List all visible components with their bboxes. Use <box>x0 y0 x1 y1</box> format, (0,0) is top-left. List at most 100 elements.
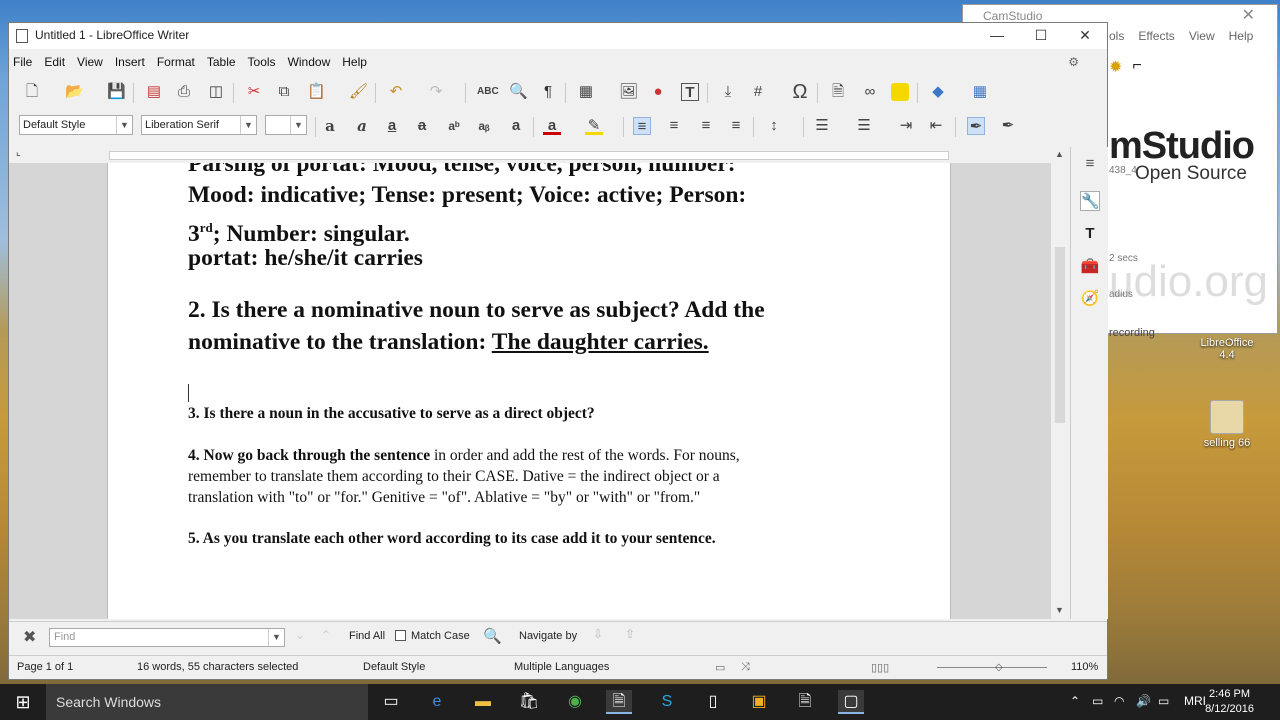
doc-line-mood[interactable]: Mood: indicative; Tense: present; Voice:… <box>188 180 746 211</box>
store-icon[interactable]: 🛍 <box>516 690 542 714</box>
notification-icon[interactable]: ▭ <box>1158 694 1169 708</box>
sun-icon[interactable]: ✹ <box>1109 57 1122 77</box>
status-word-count[interactable]: 16 words, 55 characters selected <box>137 661 298 673</box>
windows-start-icon[interactable]: ⊞ <box>0 684 46 720</box>
gallery-icon[interactable]: 🧰 <box>1080 257 1100 277</box>
cut-icon[interactable]: ✂ <box>245 83 263 101</box>
decrease-indent-icon[interactable]: ⇤ <box>927 117 945 135</box>
find-next-icon[interactable]: ⌃ <box>321 628 331 642</box>
justify-icon[interactable]: ≡ <box>727 117 745 135</box>
find-all-button[interactable]: Find All <box>349 630 385 642</box>
show-hidden-icons-icon[interactable]: ⌃ <box>1070 694 1080 708</box>
taskbar-search[interactable]: Search Windows <box>46 684 368 720</box>
bullets-icon[interactable]: ☰ <box>813 117 831 135</box>
doc-question-3[interactable]: 3. Is there a noun in the accusative to … <box>188 403 595 424</box>
status-zoom[interactable]: 110% <box>1071 661 1098 673</box>
menu-help[interactable]: Help <box>342 55 367 69</box>
camstudio-taskbar-icon[interactable]: ▢ <box>838 690 864 714</box>
chevron-down-icon[interactable]: ▼ <box>290 116 306 134</box>
insert-mode-icon[interactable]: ▭ <box>715 661 725 674</box>
doc-question-5[interactable]: 5. As you translate each other word acco… <box>188 528 716 549</box>
doc-question-2-line-2[interactable]: nominative to the translation: The daugh… <box>188 327 709 358</box>
highlighting-icon[interactable]: ✎ <box>585 117 603 135</box>
view-layout-icon[interactable]: ▯▯▯ <box>871 661 889 674</box>
page-break-icon[interactable]: ⤓ <box>719 83 737 101</box>
menu-format[interactable]: Format <box>157 55 195 69</box>
formatting-marks-icon[interactable]: ¶ <box>539 83 557 101</box>
shapes-icon[interactable]: ◆ <box>929 83 947 101</box>
insert-field-icon[interactable]: # <box>749 83 767 101</box>
chevron-down-icon[interactable]: ▼ <box>240 116 256 134</box>
find-replace-icon[interactable]: 🔍 <box>509 83 528 101</box>
save-icon[interactable]: 💾 <box>107 83 126 101</box>
character-edit-icon[interactable]: ✒ <box>999 117 1017 135</box>
close-find-toolbar-icon[interactable]: ✖ <box>23 627 36 647</box>
doc-question-4-line-2[interactable]: remember to translate them according to … <box>188 466 720 487</box>
zoom-slider[interactable] <box>937 667 1047 668</box>
edge-icon[interactable]: e <box>424 690 450 714</box>
input-language[interactable]: MRI <box>1184 694 1206 708</box>
zoom-slider-thumb[interactable]: ◇ <box>995 662 1003 673</box>
camstudio-menu-help[interactable]: Help <box>1229 29 1254 43</box>
copy-icon[interactable]: ⧉ <box>275 83 293 101</box>
task-view-icon[interactable]: ▭ <box>378 690 404 714</box>
styles-icon[interactable]: T <box>1080 225 1100 245</box>
match-case-checkbox[interactable] <box>395 630 406 641</box>
skype-icon[interactable]: S <box>654 690 680 714</box>
close-icon[interactable]: ✕ <box>1242 5 1255 27</box>
navigate-up-icon[interactable]: ⇧ <box>625 627 635 641</box>
strikethrough-icon[interactable]: a <box>413 117 431 135</box>
battery-icon[interactable]: ▭ <box>1092 694 1103 708</box>
doc-question-2-line-1[interactable]: 2. Is there a nominative noun to serve a… <box>188 295 765 326</box>
find-previous-icon[interactable]: ⌄ <box>295 628 305 642</box>
font-size-select[interactable]: ▼ <box>265 115 307 135</box>
chevron-down-icon[interactable]: ▼ <box>1055 605 1064 615</box>
writer-titlebar[interactable]: Untitled 1 - LibreOffice Writer — ☐ ✕ <box>9 23 1107 49</box>
menu-window[interactable]: Window <box>288 55 331 69</box>
bold-icon[interactable]: a <box>321 117 339 135</box>
undo-icon[interactable]: ↶ <box>387 83 405 101</box>
align-center-icon[interactable]: ≡ <box>665 117 683 135</box>
menu-insert[interactable]: Insert <box>115 55 145 69</box>
font-name-select[interactable]: Liberation Serif ▼ <box>141 115 257 135</box>
insert-table-icon[interactable]: ▦ <box>577 83 595 101</box>
camstudio-menu-effects[interactable]: Effects <box>1138 29 1174 43</box>
wifi-icon[interactable]: ◠ <box>1114 694 1124 708</box>
status-language[interactable]: Multiple Languages <box>514 661 609 673</box>
align-right-icon[interactable]: ≡ <box>697 117 715 135</box>
print-icon[interactable]: ⎙ <box>175 83 193 101</box>
insert-textbox-icon[interactable]: T <box>681 83 699 101</box>
find-input[interactable]: Find ▼ <box>49 628 285 647</box>
chrome-icon[interactable]: ◉ <box>562 690 588 714</box>
subscript-icon[interactable]: aᵦ <box>475 117 493 135</box>
pdf-icon[interactable]: ▣ <box>746 690 772 714</box>
insert-image-icon[interactable]: 🖼 <box>619 83 638 101</box>
maximize-icon[interactable]: ☐ <box>1019 23 1063 49</box>
status-page[interactable]: Page 1 of 1 <box>17 661 73 673</box>
hyperlink-icon[interactable]: ∞ <box>861 83 879 101</box>
camstudio-menu-tools[interactable]: ols <box>1109 29 1124 43</box>
minimize-icon[interactable]: — <box>975 23 1019 49</box>
update-icon[interactable]: ⚙ <box>1068 55 1079 69</box>
desktop-icon-selling-66[interactable]: selling 66 <box>1192 400 1262 449</box>
tab-stop-icon[interactable]: ⌞ <box>16 147 21 158</box>
status-page-style[interactable]: Default Style <box>363 661 425 673</box>
chevron-up-icon[interactable]: ▲ <box>1055 149 1064 159</box>
special-character-icon[interactable]: Ω <box>791 82 809 102</box>
navigate-down-icon[interactable]: ⇩ <box>593 627 603 641</box>
print-preview-icon[interactable]: ◫ <box>207 83 225 101</box>
find-replace-icon[interactable]: 🔍 <box>483 627 502 645</box>
chevron-down-icon[interactable]: ▼ <box>116 116 132 134</box>
paste-icon[interactable]: 📋 <box>307 83 326 101</box>
insert-chart-icon[interactable]: ● <box>649 83 667 101</box>
paragraph-edit-icon[interactable]: ✒ <box>967 117 985 135</box>
file-explorer-icon[interactable]: ▬ <box>470 690 496 714</box>
superscript-icon[interactable]: aᵇ <box>445 117 463 135</box>
italic-icon[interactable]: a <box>353 117 371 135</box>
redo-icon[interactable]: ↷ <box>427 83 445 101</box>
doc-line-translation[interactable]: portat: he/she/it carries <box>188 243 423 274</box>
annotation-icon[interactable]: ⌐ <box>1132 57 1141 77</box>
comment-icon[interactable] <box>891 83 909 101</box>
properties-icon[interactable]: 🔧 <box>1080 191 1100 211</box>
navigator-icon[interactable]: 🧭 <box>1080 289 1100 309</box>
